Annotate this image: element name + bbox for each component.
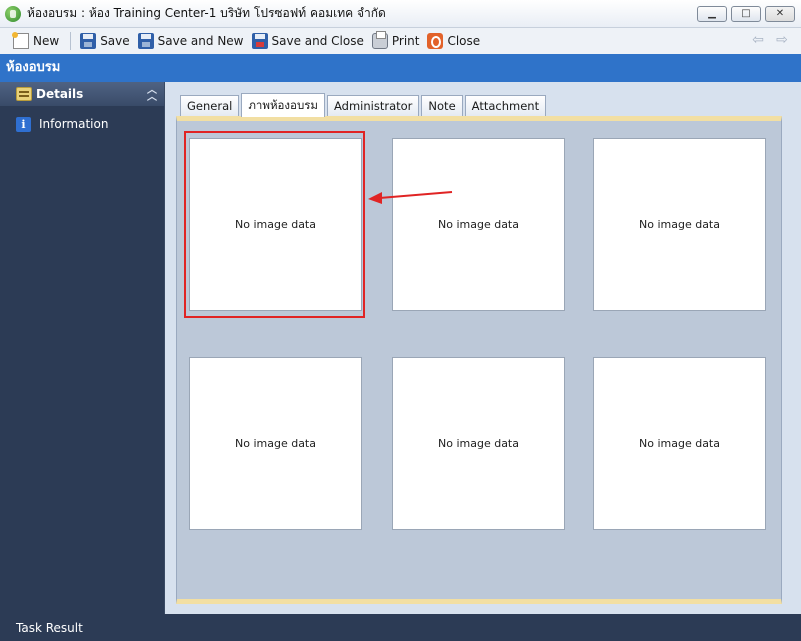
left-navigation: Details ︿ ︿ i Information xyxy=(0,82,164,614)
print-button[interactable]: Print xyxy=(369,30,423,52)
nav-group-details[interactable]: Details ︿ ︿ xyxy=(0,82,164,106)
record-navigation: ⇦ ⇨ xyxy=(749,32,791,48)
highlight-box xyxy=(184,131,365,318)
close-button[interactable]: Close xyxy=(424,30,483,52)
image-slot-4[interactable]: No image data xyxy=(189,357,362,530)
maximize-button[interactable]: □ xyxy=(731,6,761,22)
image-slot-3[interactable]: No image data xyxy=(593,138,766,311)
tab-general[interactable]: General xyxy=(180,95,240,117)
toolbar: New Save Save and New Save and Close Pri… xyxy=(0,28,801,54)
info-icon: i xyxy=(16,116,31,132)
minimize-button[interactable]: ▁ xyxy=(697,6,727,22)
new-button-label: New xyxy=(33,34,60,48)
collapse-icon[interactable]: ︿ ︿ xyxy=(146,86,158,103)
print-button-label: Print xyxy=(391,34,420,48)
tab-note[interactable]: Note xyxy=(421,95,463,117)
save-new-icon xyxy=(137,33,154,49)
title-bar: ห้องอบรม : ห้อง Training Center-1 บริษัท… xyxy=(0,0,801,28)
save-and-new-button[interactable]: Save and New xyxy=(135,30,247,52)
form-header: ห้องอบรม xyxy=(0,54,801,82)
save-close-icon xyxy=(251,33,268,49)
tab-room-images[interactable]: ภาพห้องอบรม xyxy=(241,93,326,117)
printer-icon xyxy=(371,31,388,49)
save-button[interactable]: Save xyxy=(77,30,132,52)
app-icon xyxy=(5,5,21,22)
minimize-icon: ▁ xyxy=(708,8,716,19)
save-and-new-label: Save and New xyxy=(157,34,244,48)
save-icon xyxy=(80,33,97,49)
nav-item-information[interactable]: i Information xyxy=(0,112,164,136)
nav-group-label: Details xyxy=(36,87,84,101)
image-slot-2[interactable]: No image data xyxy=(392,138,565,311)
save-button-label: Save xyxy=(100,34,130,48)
maximize-icon: □ xyxy=(741,8,751,19)
close-window-button[interactable]: ✕ xyxy=(765,6,795,22)
next-record-icon[interactable]: ⇨ xyxy=(773,32,791,48)
save-and-close-label: Save and Close xyxy=(271,34,364,48)
status-bar: Task Result xyxy=(0,614,801,641)
details-icon xyxy=(16,87,32,101)
save-and-close-button[interactable]: Save and Close xyxy=(249,30,367,52)
window-title: ห้องอบรม : ห้อง Training Center-1 บริษัท… xyxy=(27,6,386,20)
previous-record-icon[interactable]: ⇦ xyxy=(749,32,767,48)
new-document-icon xyxy=(12,32,29,49)
annotation-arrow-icon xyxy=(368,191,453,204)
new-button[interactable]: New xyxy=(10,30,62,52)
toolbar-separator xyxy=(70,32,72,50)
close-button-label: Close xyxy=(447,34,481,48)
close-record-icon xyxy=(427,33,444,49)
tab-attachment[interactable]: Attachment xyxy=(464,95,547,117)
window-controls: ▁ □ ✕ xyxy=(697,6,795,22)
tab-strip: General ภาพห้องอบรม Administrator Note A… xyxy=(180,93,548,117)
tab-administrator[interactable]: Administrator xyxy=(327,95,420,117)
close-icon: ✕ xyxy=(775,8,785,19)
nav-item-label: Information xyxy=(39,117,109,131)
image-slot-6[interactable]: No image data xyxy=(593,357,766,530)
image-slot-5[interactable]: No image data xyxy=(392,357,565,530)
